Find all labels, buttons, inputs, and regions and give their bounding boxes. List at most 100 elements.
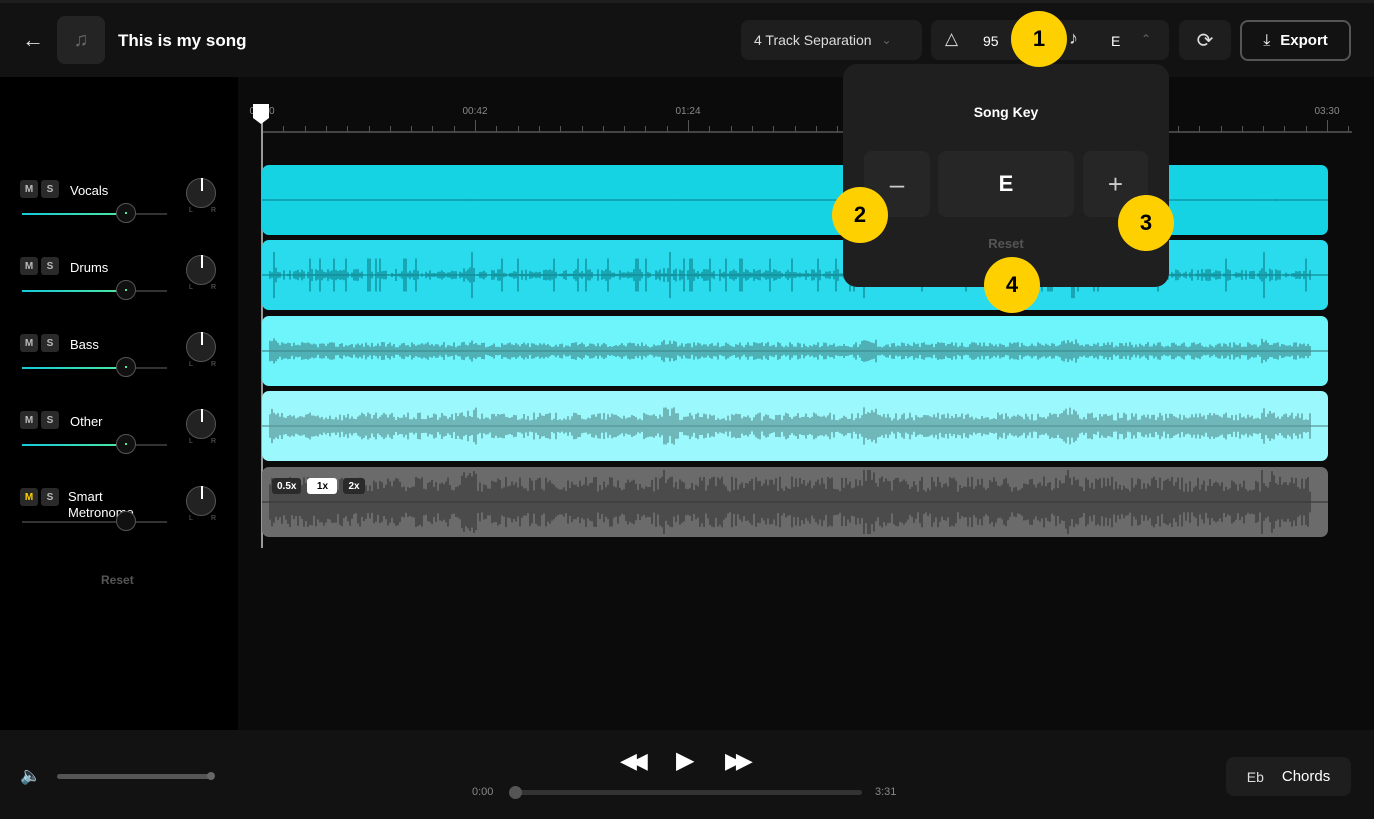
back-arrow-icon[interactable]: ← — [22, 27, 44, 53]
track-lane-bass[interactable] — [262, 316, 1328, 386]
track-lane-metronome[interactable]: 0.5x 1x 2x — [262, 467, 1328, 537]
ruler-tick — [1220, 126, 1222, 132]
pan-right-label: R — [211, 438, 217, 445]
transport-bar: 🔈 ◀◀ ▶ ▶▶ 0:00 3:31 Eb Chords — [0, 730, 1374, 819]
mute-button[interactable]: M — [20, 180, 38, 198]
ruler-tick — [773, 126, 775, 132]
fast-forward-button[interactable]: ▶▶ — [725, 748, 753, 774]
pan-knob[interactable] — [186, 178, 216, 208]
mute-button[interactable]: M — [20, 334, 38, 352]
key-display: E — [938, 151, 1074, 217]
download-icon: ⤓ — [1263, 31, 1271, 49]
ruler-tick — [389, 126, 391, 132]
volume-fill — [22, 290, 127, 292]
annotation-badge-4: 4 — [984, 257, 1040, 313]
ruler-tick — [666, 126, 668, 132]
volume-slider[interactable] — [22, 521, 167, 523]
speed-option-2x[interactable]: 2x — [343, 478, 365, 494]
mixer-reset-button[interactable]: Reset — [101, 573, 134, 587]
pan-knob[interactable] — [186, 486, 216, 516]
time-label: 00:42 — [462, 106, 488, 117]
bpm-value[interactable]: 95 — [983, 33, 999, 49]
chevron-up-icon: ⌃ — [1141, 32, 1152, 46]
pan-right-label: R — [211, 515, 217, 522]
time-label: 01:24 — [675, 106, 701, 117]
music-note-icon: ♫ — [57, 16, 105, 64]
ruler-tick — [581, 126, 583, 132]
ruler-tick — [645, 126, 647, 132]
annotation-badge-3: 3 — [1118, 195, 1174, 251]
export-label: Export — [1280, 32, 1328, 49]
popup-title: Song Key — [973, 104, 1039, 120]
pan-right-label: R — [211, 361, 217, 368]
song-title: This is my song — [118, 31, 247, 50]
chord-key-label: Eb — [1246, 768, 1264, 785]
solo-button[interactable]: S — [41, 180, 59, 198]
solo-button[interactable]: S — [41, 411, 59, 429]
current-time: 0:00 — [472, 786, 494, 798]
separation-dropdown[interactable]: 4 Track Separation ⌄ — [741, 20, 922, 60]
waveform-path — [262, 407, 1328, 445]
key-value[interactable]: E — [1111, 33, 1120, 49]
ruler-tick — [475, 120, 476, 132]
pan-right-label: R — [211, 207, 217, 214]
track-mixer — [0, 77, 238, 730]
speed-option-0.5x[interactable]: 0.5x — [272, 478, 302, 494]
master-volume-thumb[interactable] — [207, 772, 215, 780]
annotation-badge-1: 1 — [1011, 11, 1067, 67]
ruler-tick — [1327, 120, 1328, 132]
speed-option-1x[interactable]: 1x — [307, 478, 338, 494]
pan-left-label: L — [189, 438, 193, 445]
seek-thumb[interactable] — [509, 786, 522, 799]
solo-button[interactable]: S — [41, 257, 59, 275]
key-reset-button[interactable]: Reset — [843, 236, 1169, 251]
solo-button[interactable]: S — [41, 488, 59, 506]
seek-bar[interactable] — [514, 790, 862, 795]
track-lane-other[interactable] — [262, 391, 1328, 461]
pan-left-label: L — [189, 361, 193, 368]
ruler-tick — [304, 126, 306, 132]
ruler-tick — [730, 126, 732, 132]
loop-icon: ⟳ — [1196, 29, 1214, 52]
solo-button[interactable]: S — [41, 334, 59, 352]
waveform — [262, 470, 1328, 534]
ruler-tick — [347, 126, 349, 132]
timeline-ruler[interactable]: 00:0000:4201:2403:30 — [248, 100, 1352, 136]
volume-icon[interactable]: 🔈 — [20, 766, 41, 786]
ruler-tick — [283, 126, 285, 132]
loop-button[interactable]: ⟳ — [1179, 20, 1231, 60]
rewind-button[interactable]: ◀◀ — [620, 748, 648, 774]
ruler-tick — [837, 126, 839, 132]
track-name: Other — [70, 414, 103, 429]
track-name: Smart Metronome — [68, 489, 134, 520]
ruler-tick — [1284, 126, 1286, 132]
ruler-tick — [538, 126, 540, 132]
waveform-path — [262, 470, 1328, 534]
master-volume-slider[interactable] — [57, 774, 213, 779]
metronome-icon: △ — [945, 29, 959, 48]
ruler-tick — [815, 126, 817, 132]
pan-right-label: R — [211, 284, 217, 291]
ruler-tick — [368, 126, 370, 132]
waveform — [262, 338, 1328, 364]
ruler-tick — [1177, 126, 1179, 132]
song-key-popup: Song Key – E + Reset — [843, 64, 1169, 287]
chords-button[interactable]: Eb Chords — [1226, 757, 1351, 796]
pan-knob[interactable] — [186, 409, 216, 439]
pan-knob[interactable] — [186, 255, 216, 285]
pan-knob[interactable] — [186, 332, 216, 362]
ruler-tick — [709, 126, 711, 132]
ruler-tick — [624, 126, 626, 132]
ruler-tick — [517, 126, 519, 132]
export-button[interactable]: ⤓ Export — [1240, 20, 1351, 61]
ruler-tick — [1263, 126, 1265, 132]
mute-button[interactable]: M — [20, 488, 38, 506]
track-name: Drums — [70, 260, 109, 275]
metronome-speed-selector: 0.5x 1x 2x — [272, 478, 365, 494]
key-icon: ♪ — [1069, 28, 1078, 48]
play-button[interactable]: ▶ — [676, 746, 694, 775]
total-time: 3:31 — [875, 786, 897, 798]
mute-button[interactable]: M — [20, 411, 38, 429]
ruler-tick — [496, 126, 498, 132]
mute-button[interactable]: M — [20, 257, 38, 275]
